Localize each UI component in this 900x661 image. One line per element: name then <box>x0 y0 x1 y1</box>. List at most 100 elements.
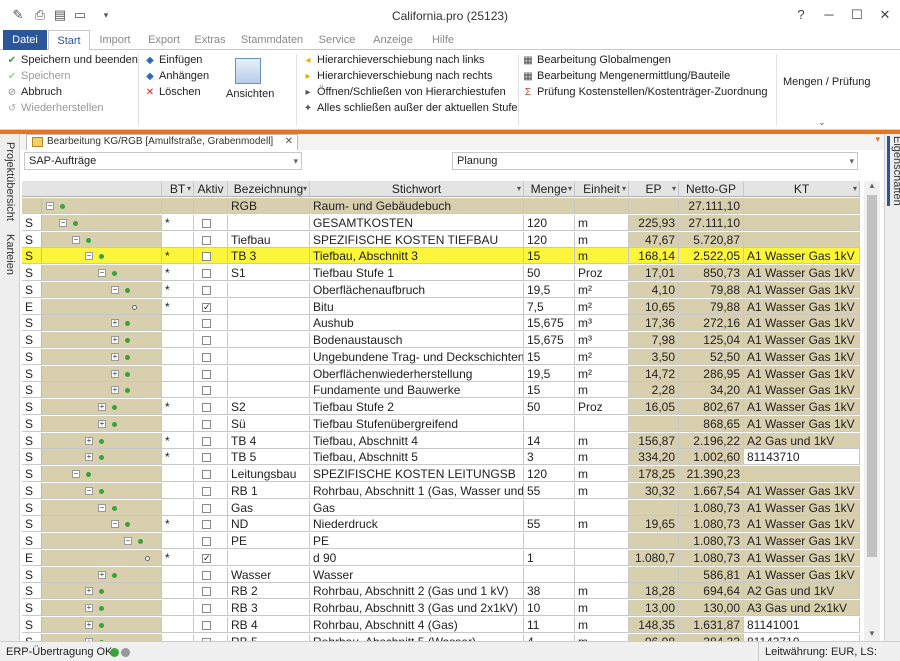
cell-einheit[interactable]: m <box>575 483 629 499</box>
cell-bt[interactable] <box>162 349 194 365</box>
column-header-aktiv[interactable]: Aktiv <box>194 181 228 197</box>
cell-menge[interactable]: 15 <box>524 382 575 398</box>
aktiv-checkbox[interactable] <box>202 453 211 462</box>
cell-einheit[interactable]: m <box>575 617 629 633</box>
cell-stich[interactable]: Rohrbau, Abschnitt 4 (Gas) <box>310 617 524 633</box>
collapse-node-icon[interactable]: − <box>98 269 106 277</box>
cell-einheit[interactable]: m³ <box>575 332 629 348</box>
column-header-menge[interactable]: Menge ▾ <box>524 181 575 197</box>
tab-stammdaten[interactable]: Stammdaten <box>238 30 306 50</box>
cell-kt[interactable]: A1 Wasser Gas 1kV <box>744 399 860 415</box>
scroll-down-icon[interactable]: ▼ <box>864 629 880 641</box>
cell-menge[interactable] <box>524 567 575 583</box>
cell-bez[interactable]: S2 <box>228 399 310 415</box>
aktiv-checkbox[interactable] <box>202 587 211 596</box>
cell-ep[interactable]: 16,05 <box>629 399 679 415</box>
cell-ep[interactable]: 17,36 <box>629 315 679 331</box>
cell-bez[interactable] <box>228 349 310 365</box>
cell-netto[interactable]: 21.390,23 <box>679 466 744 482</box>
cell-ep[interactable]: 4,10 <box>629 282 679 298</box>
cell-ep[interactable]: 148,35 <box>629 617 679 633</box>
cell-stich[interactable]: Wasser <box>310 567 524 583</box>
cell-stich[interactable]: Aushub <box>310 315 524 331</box>
cell-menge[interactable]: 4 <box>524 634 575 641</box>
tab-service[interactable]: Service <box>314 30 360 50</box>
cell-menge[interactable]: 19,5 <box>524 366 575 382</box>
cell-netto[interactable]: 79,88 <box>679 282 744 298</box>
cell-bez[interactable] <box>228 315 310 331</box>
expand-node-icon[interactable]: + <box>111 370 119 378</box>
cell-kt[interactable]: A3 Gas und 2x1kV <box>744 600 860 616</box>
filter-dropdown-icon[interactable]: ▾ <box>853 181 857 197</box>
cell-kt[interactable]: A1 Wasser Gas 1kV <box>744 315 860 331</box>
side-tab-karteien[interactable]: Karteien <box>4 234 16 275</box>
cell-menge[interactable]: 10 <box>524 600 575 616</box>
cell-einheit[interactable]: m³ <box>575 315 629 331</box>
cell-kt[interactable]: 81141001 <box>744 617 860 633</box>
cell-bt[interactable]: * <box>162 215 194 231</box>
cell-kt[interactable]: A1 Wasser Gas 1kV <box>744 366 860 382</box>
cell-bez[interactable]: Gas <box>228 500 310 516</box>
cell-einheit[interactable]: m <box>575 466 629 482</box>
speichern-beenden-button[interactable]: ✔ Speichern und beenden <box>6 52 138 68</box>
expand-node-icon[interactable]: + <box>85 437 93 445</box>
cell-ep[interactable]: 168,14 <box>629 248 679 264</box>
cell-bt[interactable] <box>162 634 194 641</box>
cell-menge[interactable]: 15 <box>524 349 575 365</box>
cell-ep[interactable]: 13,00 <box>629 600 679 616</box>
collapse-node-icon[interactable]: − <box>59 219 67 227</box>
cell-netto[interactable]: 1.667,54 <box>679 483 744 499</box>
cell-menge[interactable]: 120 <box>524 215 575 231</box>
aktiv-checkbox[interactable]: ✓ <box>202 303 211 312</box>
cell-ep[interactable] <box>629 533 679 549</box>
cell-bt[interactable] <box>162 533 194 549</box>
cell-netto[interactable]: 27.111,10 <box>679 198 744 214</box>
cell-kt[interactable]: A2 Gas und 1kV <box>744 433 860 449</box>
cell-ep[interactable]: 156,87 <box>629 433 679 449</box>
cell-stich[interactable]: GESAMTKOSTEN <box>310 215 524 231</box>
cell-netto[interactable]: 52,50 <box>679 349 744 365</box>
cell-stich[interactable]: Rohrbau, Abschnitt 2 (Gas und 1 kV) <box>310 583 524 599</box>
globalmengen-button[interactable]: ▦ Bearbeitung Globalmengen <box>522 52 671 68</box>
cell-bt[interactable] <box>162 500 194 516</box>
cell-bez[interactable]: ND <box>228 516 310 532</box>
cell-stich[interactable]: Tiefbau, Abschnitt 4 <box>310 433 524 449</box>
collapse-node-icon[interactable]: − <box>72 236 80 244</box>
expand-node-icon[interactable]: + <box>111 353 119 361</box>
cell-einheit[interactable]: Proz <box>575 399 629 415</box>
cell-stich[interactable]: Tiefbau Stufe 1 <box>310 265 524 281</box>
oeffnen-schliessen-button[interactable]: ▸ Öffnen/Schließen von Hierarchiestufen <box>302 84 505 100</box>
filter-dropdown-icon[interactable]: ▾ <box>517 181 521 197</box>
cell-einheit[interactable]: m² <box>575 282 629 298</box>
einfuegen-button[interactable]: ◆ Einfügen <box>144 52 202 68</box>
cell-netto[interactable]: 2.522,05 <box>679 248 744 264</box>
cell-netto[interactable]: 1.080,73 <box>679 500 744 516</box>
cell-netto[interactable]: 286,95 <box>679 366 744 382</box>
cell-bez[interactable]: S1 <box>228 265 310 281</box>
sap-auftraege-select[interactable]: SAP-Aufträge ▾ <box>24 152 302 170</box>
vertical-scrollbar[interactable]: ▲ ▼ <box>864 181 880 641</box>
cell-ep[interactable]: 2,28 <box>629 382 679 398</box>
cell-bez[interactable] <box>228 332 310 348</box>
cell-bez[interactable] <box>228 299 310 315</box>
cell-bez[interactable]: PE <box>228 533 310 549</box>
aktiv-checkbox[interactable] <box>202 219 211 228</box>
cell-netto[interactable]: 130,00 <box>679 600 744 616</box>
aktiv-checkbox[interactable] <box>202 470 211 479</box>
hierarchie-rechts-button[interactable]: ▸ Hierarchieverschiebung nach rechts <box>302 68 492 84</box>
cell-bez[interactable]: TB 5 <box>228 449 310 465</box>
cell-netto[interactable]: 384,33 <box>679 634 744 641</box>
cell-einheit[interactable] <box>575 567 629 583</box>
cell-kt[interactable] <box>744 215 860 231</box>
cell-bez[interactable]: Sü <box>228 416 310 432</box>
cell-ep[interactable]: 96,08 <box>629 634 679 641</box>
ansichten-button[interactable]: Ansichten <box>226 58 274 100</box>
cell-ep[interactable]: 17,01 <box>629 265 679 281</box>
cell-netto[interactable]: 1.080,73 <box>679 550 744 566</box>
cell-bez[interactable]: Tiefbau <box>228 232 310 248</box>
cell-einheit[interactable]: m² <box>575 299 629 315</box>
cell-menge[interactable]: 55 <box>524 516 575 532</box>
filter-dropdown-icon[interactable]: ▾ <box>672 181 676 197</box>
cell-stich[interactable]: Oberflächenaufbruch <box>310 282 524 298</box>
mengenermittlung-button[interactable]: ▦ Bearbeitung Mengenermittlung/Bauteile <box>522 68 730 84</box>
